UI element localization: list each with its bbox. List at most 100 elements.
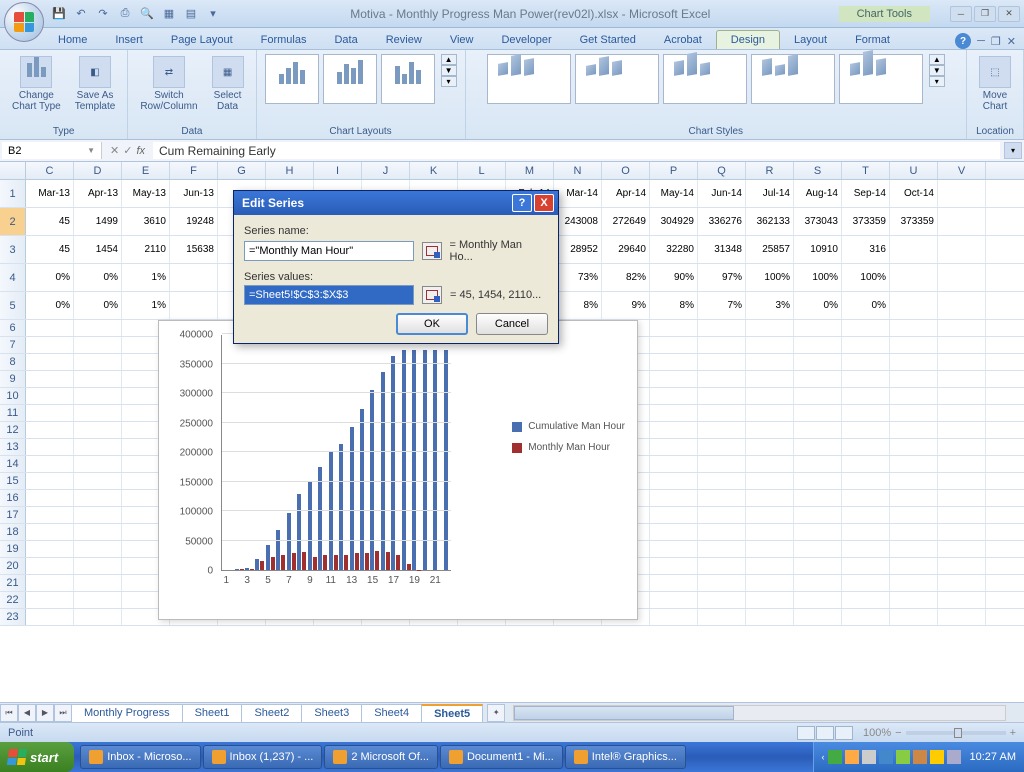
column-header[interactable]: U	[890, 162, 938, 179]
qat-icon[interactable]: ▤	[182, 5, 200, 23]
gallery-down-icon[interactable]: ▼	[441, 65, 457, 76]
cell[interactable]	[74, 320, 122, 336]
column-header[interactable]: R	[746, 162, 794, 179]
cell[interactable]	[26, 320, 74, 336]
cell[interactable]	[938, 371, 986, 387]
prev-sheet-icon[interactable]: ◀	[18, 704, 36, 722]
chart-bar[interactable]	[313, 557, 317, 570]
column-header[interactable]: O	[602, 162, 650, 179]
chart-styles-gallery[interactable]	[487, 54, 923, 104]
tray-icon[interactable]	[845, 750, 859, 764]
cell[interactable]: 0%	[794, 292, 842, 319]
page-break-view-button[interactable]	[835, 726, 853, 740]
cell[interactable]	[746, 592, 794, 608]
cell[interactable]	[794, 592, 842, 608]
series-values-input[interactable]	[244, 285, 414, 305]
cell[interactable]	[890, 422, 938, 438]
cell[interactable]	[26, 592, 74, 608]
cell[interactable]	[794, 439, 842, 455]
cell[interactable]	[74, 371, 122, 387]
cell[interactable]	[26, 439, 74, 455]
cell[interactable]	[26, 541, 74, 557]
cell[interactable]	[698, 558, 746, 574]
cell[interactable]	[794, 371, 842, 387]
cell[interactable]	[650, 405, 698, 421]
cell[interactable]: 243008	[554, 208, 602, 235]
chart-bar[interactable]	[255, 559, 259, 570]
cell[interactable]	[698, 337, 746, 353]
chart-legend[interactable]: Cumulative Man Hour Monthly Man Hour	[512, 421, 625, 463]
cell[interactable]	[698, 405, 746, 421]
row-header[interactable]: 20	[0, 558, 26, 574]
cell[interactable]	[698, 388, 746, 404]
cell[interactable]	[938, 354, 986, 370]
cell[interactable]	[938, 320, 986, 336]
style-thumb[interactable]	[839, 54, 923, 104]
chart-bar[interactable]	[297, 494, 301, 570]
cell[interactable]	[938, 439, 986, 455]
row-header[interactable]: 23	[0, 609, 26, 625]
cell[interactable]	[26, 524, 74, 540]
cell[interactable]	[650, 558, 698, 574]
cell[interactable]: 0%	[26, 264, 74, 291]
sheet-tab[interactable]: Monthly Progress	[71, 704, 183, 722]
save-as-template-button[interactable]: ◧ Save As Template	[71, 54, 120, 114]
chart-bar[interactable]	[360, 409, 364, 570]
cell[interactable]	[698, 320, 746, 336]
zoom-level[interactable]: 100%	[863, 727, 891, 739]
tray-icon[interactable]	[879, 750, 893, 764]
cell[interactable]	[74, 558, 122, 574]
close-button[interactable]: ✕	[998, 6, 1020, 22]
cell[interactable]	[890, 292, 938, 319]
cell[interactable]	[650, 320, 698, 336]
row-header[interactable]: 9	[0, 371, 26, 387]
cell[interactable]	[746, 524, 794, 540]
cell[interactable]	[842, 388, 890, 404]
gallery-down-icon[interactable]: ▼	[929, 65, 945, 76]
cell[interactable]	[170, 292, 218, 319]
cancel-button[interactable]: Cancel	[476, 313, 548, 335]
cell[interactable]	[650, 524, 698, 540]
cell[interactable]	[74, 337, 122, 353]
chart-bar[interactable]	[240, 569, 244, 570]
first-sheet-icon[interactable]: ⏮	[0, 704, 18, 722]
cell[interactable]: 7%	[698, 292, 746, 319]
enter-formula-icon[interactable]: ✓	[123, 144, 132, 157]
tab-view[interactable]: View	[436, 31, 488, 49]
cell[interactable]	[842, 524, 890, 540]
name-box[interactable]: B2 ▼	[2, 142, 102, 159]
cell[interactable]	[938, 609, 986, 625]
sheet-tab[interactable]: Sheet3	[301, 704, 362, 722]
sheet-tab[interactable]: Sheet5	[421, 704, 483, 722]
cell[interactable]	[74, 609, 122, 625]
cell[interactable]	[698, 371, 746, 387]
layout-thumb[interactable]	[323, 54, 377, 104]
tab-data[interactable]: Data	[320, 31, 371, 49]
cell[interactable]	[746, 473, 794, 489]
cell[interactable]	[698, 507, 746, 523]
cell[interactable]	[842, 354, 890, 370]
cell[interactable]	[746, 575, 794, 591]
cell[interactable]	[842, 337, 890, 353]
cell[interactable]	[890, 490, 938, 506]
minimize-ribbon-icon[interactable]: ─	[977, 35, 985, 47]
cell[interactable]	[26, 371, 74, 387]
cell[interactable]	[842, 320, 890, 336]
chart-bar[interactable]	[292, 553, 296, 570]
office-button[interactable]	[4, 2, 44, 42]
cell[interactable]	[842, 592, 890, 608]
plot-area[interactable]	[221, 335, 451, 571]
cell[interactable]: 8%	[650, 292, 698, 319]
cell[interactable]	[746, 371, 794, 387]
cell[interactable]: Mar-14	[554, 180, 602, 207]
column-header[interactable]: I	[314, 162, 362, 179]
cell[interactable]	[794, 456, 842, 472]
cell[interactable]: 316	[842, 236, 890, 263]
cell[interactable]	[938, 264, 986, 291]
chart-bar[interactable]	[281, 555, 285, 570]
column-header[interactable]: G	[218, 162, 266, 179]
fx-icon[interactable]: fx	[136, 145, 145, 157]
cell[interactable]	[650, 592, 698, 608]
row-header[interactable]: 22	[0, 592, 26, 608]
winstate-icon[interactable]: ❐	[991, 35, 1001, 48]
